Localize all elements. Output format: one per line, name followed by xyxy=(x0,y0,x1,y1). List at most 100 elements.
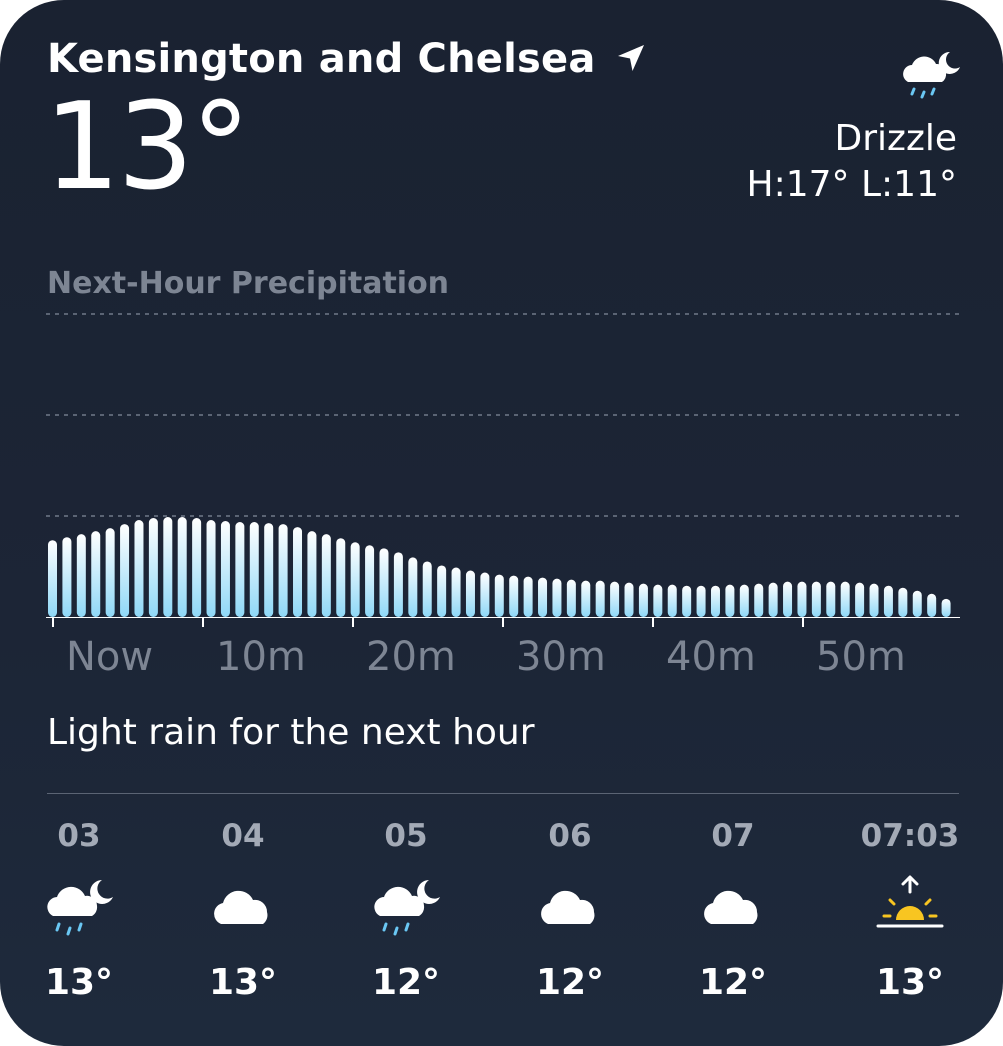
x-tick-label: 10m xyxy=(216,634,306,680)
condition-text: Drizzle xyxy=(834,118,957,159)
precip-bar xyxy=(206,520,216,617)
drizzle-night-icon xyxy=(903,51,960,99)
precip-bar xyxy=(134,520,144,617)
cloud-icon xyxy=(214,890,268,924)
hourly-item: 06 12° xyxy=(510,818,630,1003)
divider xyxy=(47,793,959,794)
precip-bar xyxy=(581,580,591,617)
precip-bar xyxy=(422,561,432,617)
precip-bar xyxy=(350,542,360,617)
precip-bar xyxy=(941,598,951,617)
location-arrow-icon xyxy=(617,45,644,71)
precip-bar xyxy=(48,540,57,617)
precip-bar xyxy=(898,587,908,617)
precip-bar xyxy=(739,584,749,617)
precip-bar xyxy=(177,517,187,617)
precip-bar xyxy=(840,581,850,617)
drizzle-night-icon xyxy=(47,880,113,936)
precip-bar xyxy=(538,577,548,617)
hourly-item: 07 12° xyxy=(673,818,793,1003)
chart-axis xyxy=(46,617,960,627)
hour-time: 05 xyxy=(384,818,428,854)
precip-bar xyxy=(120,524,130,617)
precip-bar xyxy=(192,518,202,617)
precip-bar xyxy=(754,583,764,617)
x-tick-label: 40m xyxy=(666,634,756,680)
x-tick-label: 20m xyxy=(366,634,456,680)
precip-bar xyxy=(826,581,836,617)
high-low-text: H:17° L:11° xyxy=(746,164,957,205)
precip-bar xyxy=(321,534,331,617)
sunrise-icon xyxy=(876,875,944,928)
precip-bar xyxy=(365,545,375,617)
x-tick-label: Now xyxy=(66,634,154,680)
hourly-item: 03 13° xyxy=(19,818,139,1003)
precip-bar xyxy=(465,570,475,617)
hourly-item: 04 13° xyxy=(183,818,303,1003)
precip-bar xyxy=(220,521,230,617)
precip-bar xyxy=(912,590,922,617)
hour-temperature: 12° xyxy=(698,962,768,1003)
precip-bar xyxy=(336,538,346,617)
weather-widget[interactable]: Kensington and Chelsea 13° Drizzle H:17°… xyxy=(0,0,1003,1046)
precip-bar xyxy=(869,583,879,617)
precip-bar xyxy=(710,585,720,617)
precip-bar xyxy=(76,534,86,617)
precipitation-chart xyxy=(46,313,960,627)
precip-bar xyxy=(278,524,288,617)
hour-temperature: 13° xyxy=(875,962,945,1003)
cloud-icon xyxy=(541,890,595,924)
precip-bar xyxy=(927,593,937,617)
precip-bar xyxy=(797,581,807,617)
hour-time: 07:03 xyxy=(860,818,960,854)
precip-bar xyxy=(437,565,447,617)
precip-bar xyxy=(408,557,418,617)
cloud-icon xyxy=(704,890,758,924)
precip-bar xyxy=(610,581,620,617)
location-name: Kensington and Chelsea xyxy=(47,36,596,82)
precip-bar xyxy=(811,581,821,617)
precip-bar xyxy=(595,580,605,617)
precip-bar xyxy=(451,567,461,617)
precip-bar xyxy=(682,585,692,617)
hourly-item: 05 12° xyxy=(346,818,466,1003)
precip-bar xyxy=(62,537,72,617)
precip-bar xyxy=(653,584,663,617)
precipitation-title: Next-Hour Precipitation xyxy=(47,266,450,301)
precip-bar xyxy=(783,581,793,617)
precip-bar xyxy=(509,575,519,617)
hour-time: 07 xyxy=(711,818,755,854)
precip-bar xyxy=(494,574,504,617)
precip-bar xyxy=(235,522,245,617)
precip-bar xyxy=(883,585,893,617)
current-temperature: 13° xyxy=(44,78,251,217)
precip-bar xyxy=(696,585,706,617)
hour-temperature: 13° xyxy=(44,962,114,1003)
precip-bar xyxy=(379,548,389,617)
precipitation-summary: Light rain for the next hour xyxy=(47,712,535,753)
hourly-item: 07:03 13° xyxy=(850,818,970,1003)
precip-bar xyxy=(638,583,648,617)
precip-bar xyxy=(163,517,173,617)
x-tick-label: 50m xyxy=(816,634,906,680)
precip-bar xyxy=(855,582,865,617)
chart-bars xyxy=(48,517,951,617)
precip-bar xyxy=(523,576,533,617)
precip-bar xyxy=(552,578,562,617)
hour-time: 03 xyxy=(57,818,101,854)
precip-bar xyxy=(725,584,735,617)
x-tick-label: 30m xyxy=(516,634,606,680)
hour-time: 06 xyxy=(548,818,592,854)
drizzle-night-icon xyxy=(374,880,440,936)
precip-bar xyxy=(768,582,778,617)
location-header: Kensington and Chelsea xyxy=(47,36,646,82)
precip-bar xyxy=(624,582,634,617)
hour-time: 04 xyxy=(221,818,265,854)
precip-bar xyxy=(667,584,677,617)
precip-bar xyxy=(393,552,403,617)
precip-bar xyxy=(249,522,259,617)
precip-bar xyxy=(264,523,274,617)
precip-bar xyxy=(91,531,101,617)
precip-bar xyxy=(293,527,303,617)
hour-temperature: 12° xyxy=(535,962,605,1003)
